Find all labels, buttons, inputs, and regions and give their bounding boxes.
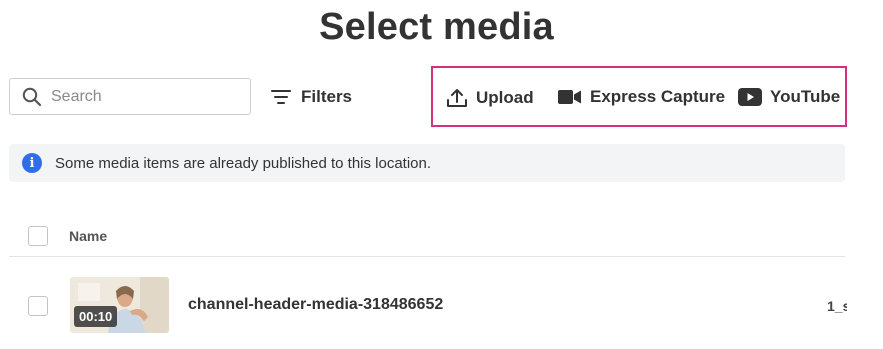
duration-badge: 00:10 xyxy=(74,306,118,327)
select-all-checkbox[interactable] xyxy=(28,226,48,246)
media-id-cell: 1_s xyxy=(827,298,847,314)
youtube-button[interactable]: YouTube xyxy=(738,87,840,107)
info-icon: i xyxy=(22,153,42,173)
page-title: Select media xyxy=(319,6,554,48)
media-source-actions: Upload Express Capture YouTube xyxy=(431,66,847,127)
search-icon xyxy=(22,87,42,106)
table-header: Name xyxy=(9,216,845,257)
media-name[interactable]: channel-header-media-318486652 xyxy=(188,296,443,314)
select-media-page: Select media Filters Upload xyxy=(0,0,883,349)
column-header-name[interactable]: Name xyxy=(69,228,107,244)
upload-icon xyxy=(447,89,467,107)
express-capture-button[interactable]: Express Capture xyxy=(558,87,725,107)
media-thumbnail[interactable]: 00:10 xyxy=(70,277,169,333)
filters-button[interactable]: Filters xyxy=(271,84,352,110)
express-capture-label: Express Capture xyxy=(590,87,726,106)
upload-button[interactable]: Upload xyxy=(446,87,534,109)
published-notice: i Some media items are already published… xyxy=(9,144,845,182)
notice-text: Some media items are already published t… xyxy=(55,154,432,172)
search-input[interactable] xyxy=(51,87,231,106)
search-box[interactable] xyxy=(9,78,251,115)
upload-label: Upload xyxy=(476,88,534,107)
filter-lines-icon xyxy=(271,90,291,104)
filters-label: Filters xyxy=(301,87,353,106)
row-checkbox[interactable] xyxy=(28,296,48,316)
video-camera-icon xyxy=(558,90,581,104)
youtube-icon xyxy=(738,88,762,106)
youtube-label: YouTube xyxy=(770,87,841,106)
table-row[interactable]: 00:10 channel-header-media-318486652 1_s xyxy=(9,268,883,340)
